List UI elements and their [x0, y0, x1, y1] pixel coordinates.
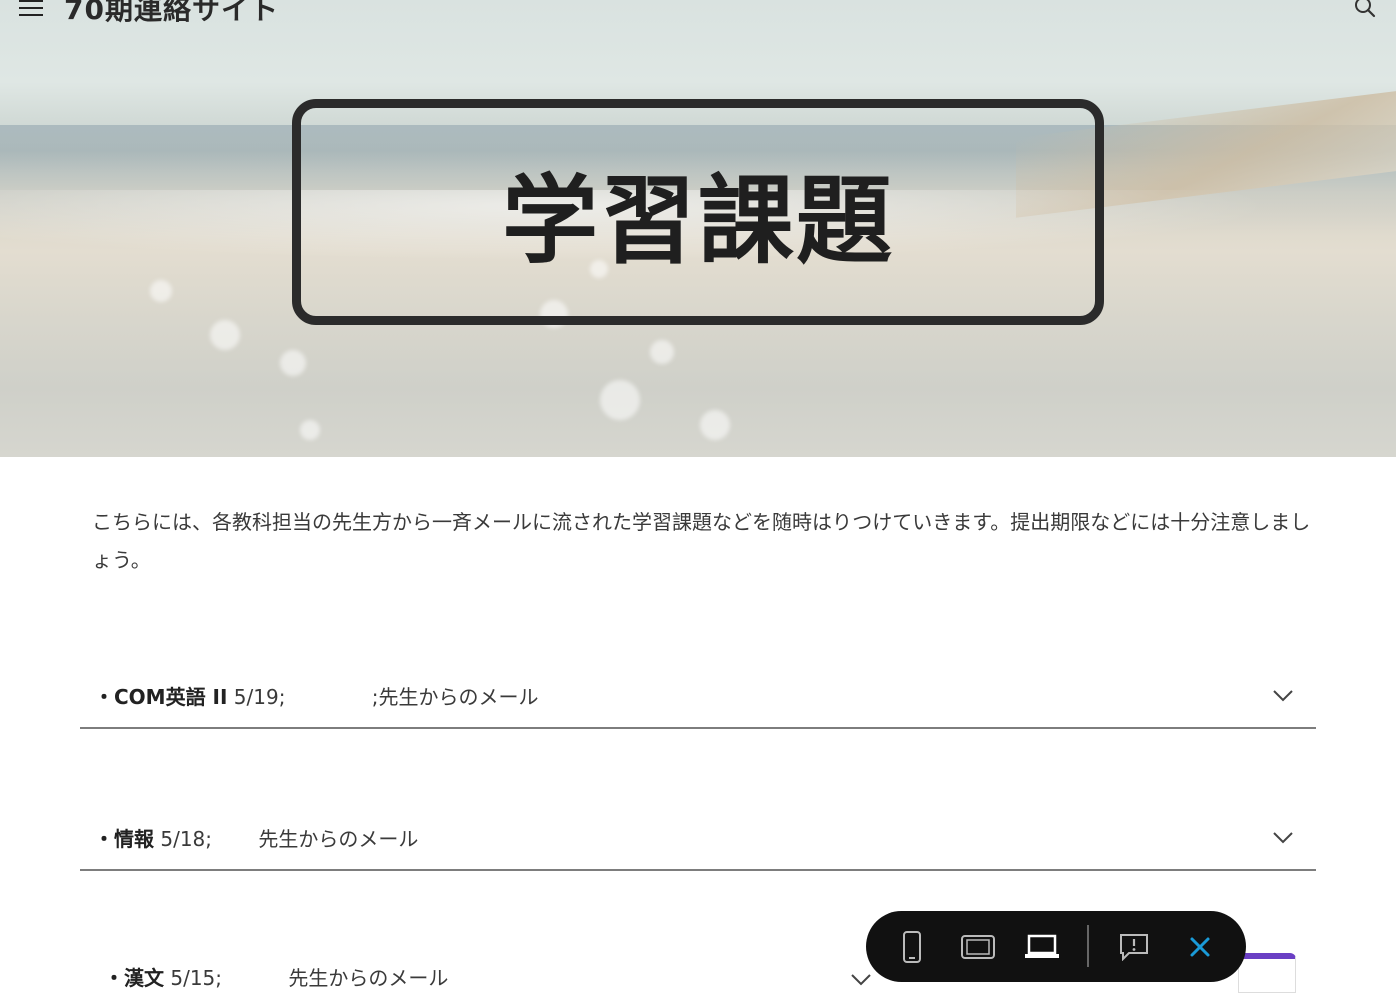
hero-title-box: 学習課題: [292, 99, 1104, 325]
intro-text: こちらには、各教科担当の先生方から一斉メールに流された学習課題などを随時はりつけ…: [92, 510, 1311, 572]
search-icon[interactable]: [1354, 0, 1376, 18]
side-panel-tab[interactable]: [1238, 953, 1296, 993]
close-preview-button[interactable]: [1182, 929, 1218, 965]
tablet-icon: [961, 935, 995, 959]
close-icon: [1190, 937, 1210, 957]
tablet-view-button[interactable]: [960, 929, 996, 965]
laptop-icon: [1025, 934, 1059, 958]
accordion-item[interactable]: ・情報 5/18; 先生からのメール: [80, 821, 1316, 871]
page-title: 学習課題: [502, 164, 894, 277]
accordion-subject: ・情報: [94, 827, 154, 851]
toolbar-divider: [1087, 925, 1089, 967]
accordion-subject: ・COM英語 II: [94, 685, 228, 709]
chevron-down-icon[interactable]: [1272, 689, 1294, 703]
accordion-detail: 5/19; ;先生からのメール: [227, 685, 539, 709]
menu-icon[interactable]: [19, 0, 43, 16]
accordion-item[interactable]: ・漢文 5/15; 先生からのメール: [80, 955, 900, 995]
accordion-item[interactable]: ・COM英語 II 5/19; ;先生からのメール: [80, 679, 1316, 729]
accordion-label: ・情報 5/18; 先生からのメール: [94, 823, 418, 852]
feedback-icon: [1120, 934, 1148, 961]
accordion-label: ・漢文 5/15; 先生からのメール: [104, 962, 448, 991]
accordion-detail: 5/18; 先生からのメール: [154, 827, 419, 851]
hero-bokeh: [150, 280, 172, 302]
hero-banner: 70期連絡サイト 学習課題: [0, 0, 1396, 457]
phone-icon: [903, 931, 921, 963]
feedback-button[interactable]: [1116, 929, 1152, 965]
hero-bokeh: [280, 350, 306, 376]
laptop-view-button[interactable]: [1024, 929, 1060, 965]
accordion-detail: 5/15; 先生からのメール: [164, 966, 449, 990]
hero-bokeh: [600, 380, 640, 420]
site-title[interactable]: 70期連絡サイト: [64, 0, 279, 28]
accordion-subject: ・漢文: [104, 966, 164, 990]
hero-bokeh: [700, 410, 730, 440]
phone-view-button[interactable]: [894, 929, 930, 965]
top-bar: 70期連絡サイト: [0, 0, 1396, 30]
accordion-label: ・COM英語 II 5/19; ;先生からのメール: [94, 681, 539, 710]
hero-bokeh: [210, 320, 240, 350]
chevron-down-icon[interactable]: [1272, 831, 1294, 845]
hero-bokeh: [650, 340, 674, 364]
hero-bokeh: [300, 420, 320, 440]
preview-toolbar: [866, 911, 1246, 982]
chevron-down-icon[interactable]: [850, 973, 872, 987]
